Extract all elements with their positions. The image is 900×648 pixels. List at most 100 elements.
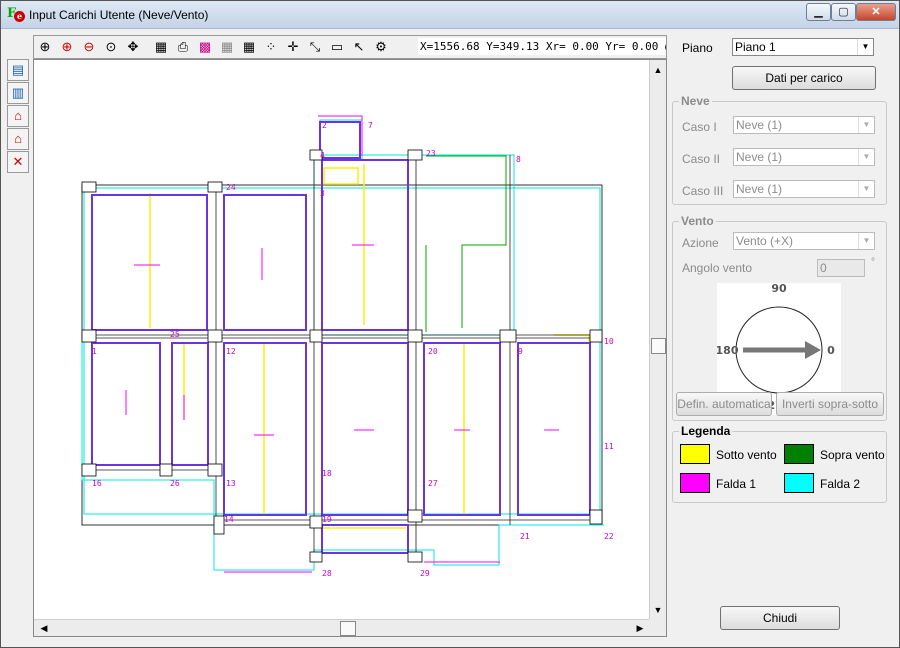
scroll-down-icon[interactable]: ▼ <box>650 602 666 618</box>
zoom-all-icon[interactable]: ⊙ <box>101 37 121 57</box>
top-toolbar: ⊕ ⊕ ⊖ ⊙ ✥ ▦ ⎙ ▩ ▦ ▦ ⁘ ✛ ⤡ ▭ ↖ ⚙ X=1556.68 Y=349.13 Xr= … <box>33 35 667 59</box>
node-label: 29 <box>420 569 430 578</box>
save-icon[interactable]: ▦ <box>151 37 171 57</box>
compass-east-label: 0 <box>827 344 835 357</box>
node-label: 2 <box>322 121 327 130</box>
app-icon: Fe <box>7 6 25 24</box>
dati-per-carico-button[interactable]: Dati per carico <box>732 66 876 90</box>
horizontal-scrollbar[interactable]: ◀ ▶ <box>34 619 650 636</box>
node-label: 27 <box>428 479 438 488</box>
node-label: 4 <box>320 151 325 160</box>
falda-2-label: Falda 2 <box>820 477 861 491</box>
roof-icon[interactable]: ⌂ <box>7 105 29 127</box>
zoom-in-icon[interactable]: ⊕ <box>57 37 77 57</box>
angolo-vento-label: Angolo vento <box>682 261 753 275</box>
angolo-vento-input[interactable]: 0 <box>817 259 865 277</box>
main-window: Fe Input Carichi Utente (Neve/Vento) ▁ ▢… <box>0 0 900 648</box>
node-label: 21 <box>520 532 530 541</box>
scale-icon[interactable]: ⤡ <box>305 37 325 57</box>
caso-ii-select[interactable]: Neve (1) ▼ <box>733 148 875 166</box>
left-toolbar: ▤ ▥ ⌂ ⌂ ✕ <box>7 59 29 174</box>
zoom-out-icon[interactable]: ⊖ <box>79 37 99 57</box>
chiudi-button[interactable]: Chiudi <box>720 606 840 630</box>
node-label: 22 <box>604 532 614 541</box>
scroll-up-icon[interactable]: ▲ <box>650 62 666 78</box>
piano-select[interactable]: Piano 1 ▼ <box>732 38 874 56</box>
print-icon[interactable]: ⎙ <box>173 37 193 57</box>
compass-north-label: 90 <box>771 283 787 295</box>
neve-group: Neve Caso I Neve (1) ▼ Caso II Neve (1) ▼ … <box>672 94 887 205</box>
colors-icon[interactable]: ▩ <box>195 37 215 57</box>
node-label: 8 <box>516 155 521 164</box>
right-panel: Piano Piano 1 ▼ Dati per carico Neve Caso… <box>670 31 890 641</box>
floor-plan[interactable]: 2 7 4 23 8 24 3 1 12 25 20 9 10 11 18 16… <box>34 60 650 620</box>
maximize-button[interactable]: ▢ <box>831 3 856 21</box>
node-label: 7 <box>368 121 373 130</box>
grid-icon[interactable]: ▦ <box>217 37 237 57</box>
node-label: 28 <box>322 569 332 578</box>
azione-label: Azione <box>682 236 719 250</box>
vertical-scrollbar[interactable]: ▲ ▼ <box>649 60 666 620</box>
zoom-window-icon[interactable]: ⊕ <box>35 37 55 57</box>
coordinates-readout: X=1556.68 Y=349.13 Xr= 0.00 Yr= 0.00 @ 0… <box>418 38 666 55</box>
falda-1-label: Falda 1 <box>716 477 757 491</box>
node-label: 24 <box>226 183 236 192</box>
title-bar: Fe Input Carichi Utente (Neve/Vento) ▁ ▢… <box>1 1 899 29</box>
sopra-vento-label: Sopra vento <box>820 448 885 462</box>
settings-icon[interactable]: ⚙ <box>371 37 391 57</box>
pan-icon[interactable]: ✥ <box>123 37 143 57</box>
minimize-button[interactable]: ▁ <box>806 3 831 21</box>
angolo-unit: ° <box>871 257 875 268</box>
inverti-sopra-sotto-button[interactable]: Inverti sopra-sotto <box>776 392 884 416</box>
close-button[interactable]: ✕ <box>856 3 896 21</box>
vento-title: Vento <box>679 214 716 228</box>
compass-west-label: 180 <box>717 344 739 357</box>
node-label: 25 <box>170 330 180 339</box>
add-node-icon[interactable]: ✛ <box>283 37 303 57</box>
node-label: 20 <box>428 347 438 356</box>
roof-edit-icon[interactable]: ⌂ <box>7 128 29 150</box>
node-label: 11 <box>604 442 614 451</box>
node-label: 13 <box>226 479 236 488</box>
node-label: 18 <box>322 469 332 478</box>
caso-iii-select[interactable]: Neve (1) ▼ <box>733 180 875 198</box>
caso-i-select[interactable]: Neve (1) ▼ <box>733 116 875 134</box>
horizontal-scroll-thumb[interactable] <box>340 621 356 636</box>
caso-ii-label: Caso II <box>682 152 721 166</box>
node-label: 26 <box>170 479 180 488</box>
chevron-down-icon: ▼ <box>858 149 874 165</box>
node-label: 23 <box>426 149 436 158</box>
azione-select[interactable]: Vento (+X) ▼ <box>733 232 875 250</box>
grid-dense-icon[interactable]: ▦ <box>239 37 259 57</box>
sotto-vento-label: Sotto vento <box>716 448 777 462</box>
scroll-left-icon[interactable]: ◀ <box>36 620 52 636</box>
vertical-scroll-thumb[interactable] <box>651 338 666 354</box>
measure-icon[interactable]: ▭ <box>327 37 347 57</box>
chevron-down-icon: ▼ <box>858 233 874 249</box>
legenda-title: Legenda <box>679 424 733 438</box>
chevron-down-icon: ▼ <box>858 117 874 133</box>
load-icon[interactable]: ▤ <box>7 59 29 81</box>
caso-iii-label: Caso III <box>682 184 724 198</box>
node-label: 19 <box>322 515 332 524</box>
falda-1-swatch <box>680 473 710 493</box>
legenda-group: Legenda Sotto vento Sopra vento Falda 1 … <box>672 424 887 503</box>
snap-icon[interactable]: ⁘ <box>261 37 281 57</box>
caso-i-label: Caso I <box>682 120 717 134</box>
node-label: 1 <box>92 347 97 356</box>
node-label: 10 <box>604 337 614 346</box>
load-edit-icon[interactable]: ▥ <box>7 82 29 104</box>
pointer-icon[interactable]: ↖ <box>349 37 369 57</box>
delete-icon[interactable]: ✕ <box>7 151 29 173</box>
chevron-down-icon: ▼ <box>858 181 874 197</box>
node-label: 16 <box>92 479 102 488</box>
node-label: 12 <box>226 347 236 356</box>
sotto-vento-swatch <box>680 444 710 464</box>
scroll-right-icon[interactable]: ▶ <box>632 620 648 636</box>
defin-automatica-button[interactable]: Defin. automatica <box>676 392 772 416</box>
falda-2-swatch <box>784 473 814 493</box>
node-label: 3 <box>320 189 325 198</box>
node-label: 9 <box>518 347 523 356</box>
drawing-canvas[interactable]: 2 7 4 23 8 24 3 1 12 25 20 9 10 11 18 16… <box>33 59 667 637</box>
chevron-down-icon: ▼ <box>857 39 873 55</box>
